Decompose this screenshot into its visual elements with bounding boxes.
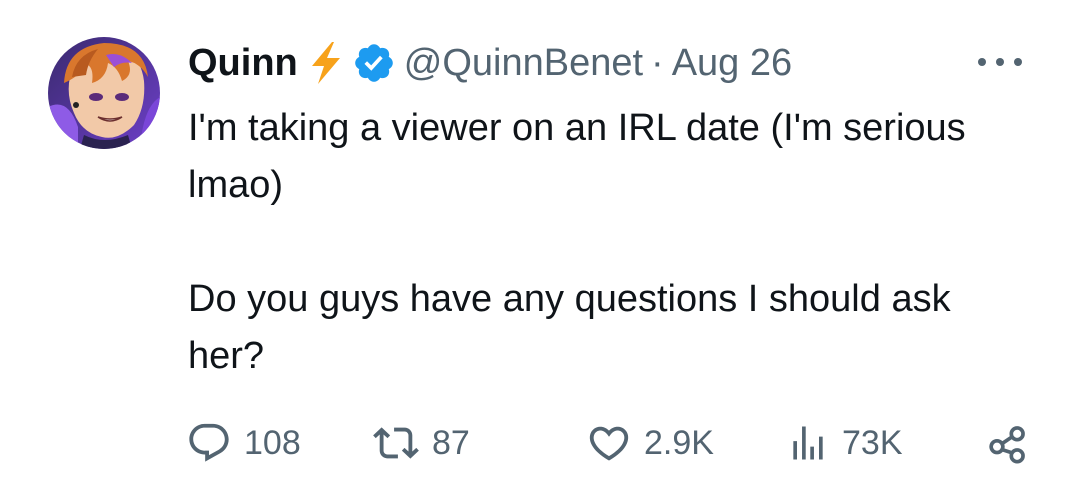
repost-icon bbox=[373, 427, 419, 459]
like-button[interactable]: 2.9K bbox=[586, 418, 714, 468]
avatar-image bbox=[48, 37, 160, 149]
heart-icon bbox=[589, 426, 629, 461]
more-dot bbox=[978, 58, 986, 66]
tweet-text: I'm taking a viewer on an IRL date (I'm … bbox=[188, 100, 1008, 385]
share-button[interactable] bbox=[986, 418, 1030, 468]
more-options-icon[interactable] bbox=[978, 50, 1022, 74]
lightning-bolt-icon bbox=[306, 40, 346, 86]
tweet-header: Quinn @QuinnBenet · Aug 26 bbox=[188, 38, 792, 88]
tweet-paragraph: I'm taking a viewer on an IRL date (I'm … bbox=[188, 107, 966, 206]
share-icon bbox=[989, 426, 1025, 464]
header-separator: · bbox=[651, 41, 664, 84]
repost-button[interactable]: 87 bbox=[372, 418, 470, 468]
views-button[interactable]: 73K bbox=[786, 418, 903, 468]
views-chart-icon bbox=[793, 426, 823, 460]
tweet-date[interactable]: Aug 26 bbox=[672, 42, 792, 85]
avatar[interactable] bbox=[48, 37, 160, 149]
reply-button[interactable]: 108 bbox=[186, 418, 301, 468]
more-dot bbox=[996, 58, 1004, 66]
tweet-card[interactable]: Quinn @QuinnBenet · Aug 26 I'm taking a … bbox=[0, 0, 1080, 502]
tweet-paragraph: Do you guys have any questions I should … bbox=[188, 278, 951, 377]
author-handle[interactable]: @QuinnBenet bbox=[404, 42, 643, 85]
more-dot bbox=[1014, 58, 1022, 66]
repost-count: 87 bbox=[432, 423, 470, 462]
reply-count: 108 bbox=[244, 423, 301, 462]
reply-icon bbox=[189, 423, 229, 462]
views-count: 73K bbox=[842, 423, 903, 462]
author-name[interactable]: Quinn bbox=[188, 42, 298, 85]
like-count: 2.9K bbox=[644, 423, 714, 462]
verified-badge-icon[interactable] bbox=[352, 41, 396, 85]
tweet-actions: 108 87 2.9K 73K bbox=[186, 418, 1032, 468]
